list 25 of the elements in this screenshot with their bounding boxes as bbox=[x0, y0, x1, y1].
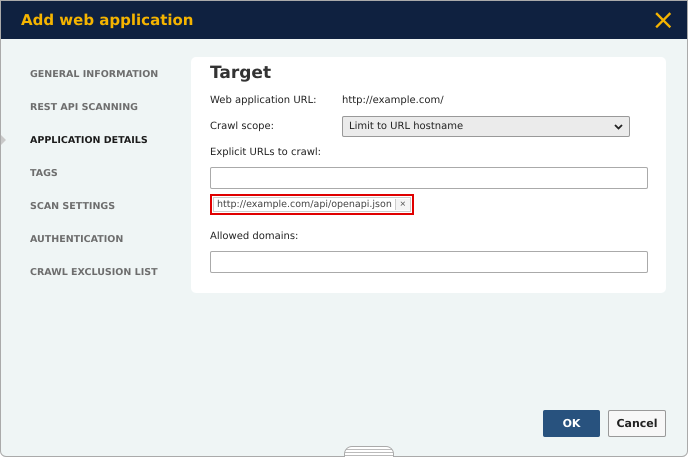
pointer-icon bbox=[1, 135, 6, 145]
field-label: Explicit URLs to crawl: bbox=[210, 147, 322, 158]
tag-text: http://example.com/api/openapi.json bbox=[216, 198, 393, 211]
sidebar-item[interactable]: TAGS bbox=[1, 168, 191, 201]
dialog-title: Add web application bbox=[21, 11, 194, 29]
field-label: Web application URL: bbox=[210, 95, 318, 106]
sidebar-item[interactable]: APPLICATION DETAILS bbox=[1, 135, 191, 168]
field-label: Crawl scope: bbox=[210, 121, 276, 132]
close-button[interactable]: × bbox=[648, 6, 679, 34]
chevron-icon bbox=[614, 124, 623, 130]
field-label: Allowed domains: bbox=[210, 231, 300, 242]
sidebar-item[interactable]: REST API SCANNING bbox=[1, 102, 191, 135]
field-value: http://example.com/ bbox=[342, 95, 444, 106]
sidebar-item[interactable]: AUTHENTICATION bbox=[1, 234, 191, 267]
ok-button[interactable]: OK bbox=[543, 410, 600, 437]
sidebar-item[interactable]: CRAWL EXCLUSION LIST bbox=[1, 267, 191, 300]
section-title: Target bbox=[210, 63, 272, 83]
sidebar-item[interactable]: GENERAL INFORMATION bbox=[1, 69, 191, 102]
crawl-scope-dropdown[interactable]: Limit to URL hostname bbox=[342, 116, 630, 137]
sidebar-item[interactable]: SCAN SETTINGS bbox=[1, 201, 191, 234]
remove-button[interactable]: × bbox=[394, 199, 410, 210]
resize-handle[interactable] bbox=[344, 446, 394, 457]
cancel-button[interactable]: Cancel bbox=[608, 410, 666, 437]
input-field[interactable] bbox=[210, 167, 648, 189]
input-field[interactable] bbox=[210, 251, 648, 273]
